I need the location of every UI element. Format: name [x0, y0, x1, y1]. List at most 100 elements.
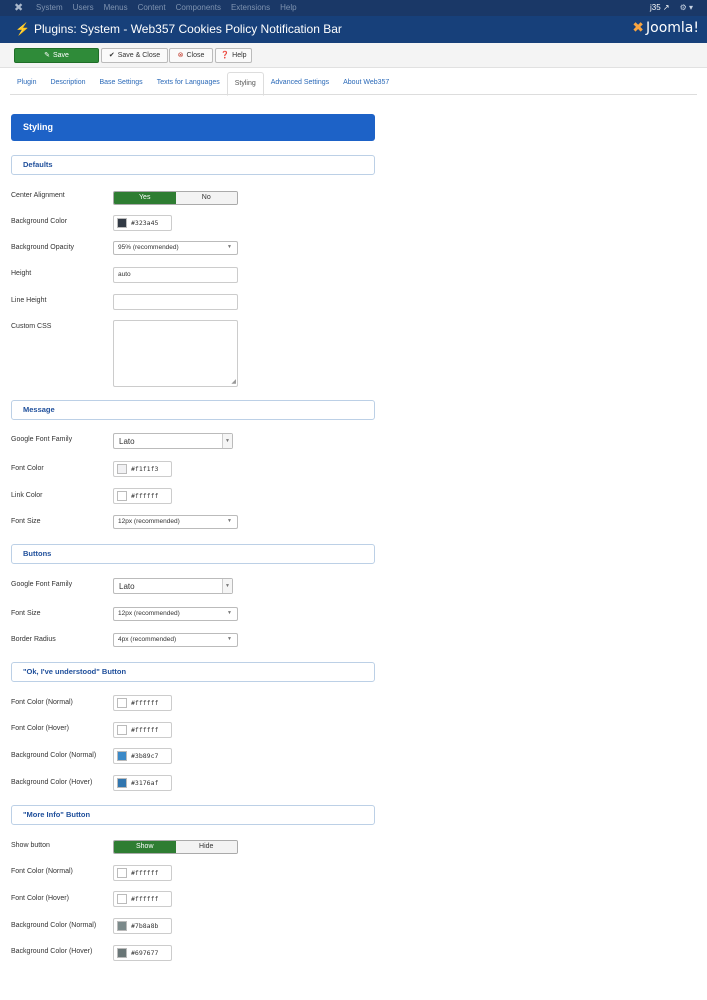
topbar-right: j35 ↗ ⚙ ▾ — [650, 0, 693, 16]
tab-plugin[interactable]: Plugin — [10, 72, 43, 94]
menu-extensions[interactable]: Extensions — [231, 0, 270, 16]
page-title: Plugins: System - Web357 Cookies Policy … — [34, 22, 342, 36]
ok-bg-color-normal-field[interactable]: #3b89c7 — [113, 748, 172, 764]
section-more-info-title: "More Info" Button — [23, 810, 91, 819]
styling-banner: Styling — [11, 114, 375, 141]
show-button-toggle: Show Hide — [113, 840, 238, 854]
ok-bg-color-hover-field[interactable]: #3176af — [113, 775, 172, 791]
save-button[interactable]: ✎ Save — [14, 48, 99, 63]
more-bg-color-normal-field[interactable]: #7b8a8b — [113, 918, 172, 934]
ok-font-color-normal-label: Font Color (Normal) — [11, 699, 73, 706]
more-bg-color-hover-label: Background Color (Hover) — [11, 948, 93, 955]
tab-description[interactable]: Description — [43, 72, 92, 94]
ok-font-color-hover-label: Font Color (Hover) — [11, 725, 69, 732]
tab-about-web357[interactable]: About Web357 — [336, 72, 396, 94]
tab-texts-for-languages[interactable]: Texts for Languages — [150, 72, 227, 94]
plugin-icon: ⚡ — [15, 22, 30, 36]
custom-css-label: Custom CSS — [11, 323, 52, 330]
background-color-field[interactable]: #323a45 — [113, 215, 172, 231]
height-input[interactable]: auto — [113, 267, 238, 283]
custom-css-textarea[interactable]: ◢ — [113, 320, 238, 387]
more-font-color-normal-label: Font Color (Normal) — [11, 868, 73, 875]
center-alignment-toggle: Yes No — [113, 191, 238, 205]
section-ok-button: "Ok, I've understood" Button — [11, 662, 375, 682]
font-value: Lato — [119, 437, 135, 446]
help-button[interactable]: ❓ Help — [215, 48, 252, 63]
menu-help[interactable]: Help — [280, 0, 296, 16]
resize-grip-icon[interactable]: ◢ — [231, 378, 236, 385]
caret-down-icon[interactable]: ▼ — [222, 434, 232, 448]
section-message: Message — [11, 400, 375, 420]
joomla-menu-icon[interactable]: ✖ — [14, 2, 23, 14]
color-value: #f1f1f3 — [131, 465, 159, 473]
more-font-color-hover-label: Font Color (Hover) — [11, 895, 69, 902]
admin-menubar: ✖ System Users Menus Content Components … — [0, 0, 707, 16]
menu-content[interactable]: Content — [138, 0, 166, 16]
ok-bg-color-normal-label: Background Color (Normal) — [11, 752, 97, 759]
user-gear-icon[interactable]: ⚙ ▾ — [680, 0, 693, 16]
tab-advanced-settings[interactable]: Advanced Settings — [264, 72, 336, 94]
center-alignment-label: Center Alignment — [11, 192, 65, 199]
caret-down-icon: ▼ — [227, 518, 232, 524]
color-swatch — [117, 218, 127, 228]
select-value: 95% (recommended) — [118, 244, 179, 251]
show-button-label: Show button — [11, 842, 50, 849]
color-value: #323a45 — [131, 219, 159, 227]
buttons-google-font-select[interactable]: Lato ▼ — [113, 578, 233, 594]
tab-divider — [10, 94, 697, 95]
buttons-font-size-select[interactable]: 12px (recommended) ▼ — [113, 607, 238, 621]
caret-down-icon: ▼ — [227, 610, 232, 616]
help-label: Help — [232, 52, 247, 59]
select-value: 12px (recommended) — [118, 518, 180, 525]
page-header: ⚡ Plugins: System - Web357 Cookies Polic… — [0, 16, 707, 43]
section-ok-button-title: "Ok, I've understood" Button — [23, 667, 127, 676]
section-buttons: Buttons — [11, 544, 375, 564]
line-height-input[interactable] — [113, 294, 238, 310]
tab-base-settings[interactable]: Base Settings — [92, 72, 149, 94]
message-font-color-field[interactable]: #f1f1f3 — [113, 461, 172, 477]
background-opacity-select[interactable]: 95% (recommended) ▼ — [113, 241, 238, 255]
message-google-font-select[interactable]: Lato ▼ — [113, 433, 233, 449]
caret-down-icon: ▼ — [227, 636, 232, 642]
section-message-title: Message — [23, 405, 55, 414]
close-label: Close — [186, 52, 205, 59]
buttons-border-radius-label: Border Radius — [11, 636, 56, 643]
buttons-google-font-label: Google Font Family — [11, 581, 73, 588]
color-swatch — [117, 868, 127, 878]
tab-styling[interactable]: Styling — [226, 72, 264, 96]
color-swatch — [117, 894, 127, 904]
save-close-button[interactable]: ✔ Save & Close — [101, 48, 168, 63]
ok-font-color-normal-field[interactable]: #ffffff — [113, 695, 172, 711]
more-font-color-hover-field[interactable]: #ffffff — [113, 891, 172, 907]
center-alignment-no[interactable]: No — [175, 192, 237, 204]
site-link[interactable]: j35 ↗ — [650, 0, 670, 16]
menu-users[interactable]: Users — [73, 0, 94, 16]
color-value: #ffffff — [131, 869, 159, 877]
color-value: #ffffff — [131, 699, 159, 707]
menu-menus[interactable]: Menus — [104, 0, 128, 16]
admin-menu: System Users Menus Content Components Ex… — [36, 0, 307, 16]
save-close-label: Save & Close — [117, 52, 161, 59]
message-link-color-field[interactable]: #ffffff — [113, 488, 172, 504]
close-button[interactable]: ⊗ Close — [169, 48, 213, 63]
menu-system[interactable]: System — [36, 0, 63, 16]
buttons-border-radius-select[interactable]: 4px (recommended) ▼ — [113, 633, 238, 647]
styling-banner-title: Styling — [23, 122, 54, 132]
show-button-hide[interactable]: Hide — [175, 841, 237, 853]
tab-bar: Plugin Description Base Settings Texts f… — [10, 72, 396, 96]
color-value: #ffffff — [131, 492, 159, 500]
section-more-info: "More Info" Button — [11, 805, 375, 825]
more-font-color-normal-field[interactable]: #ffffff — [113, 865, 172, 881]
center-alignment-yes[interactable]: Yes — [114, 192, 176, 204]
ok-font-color-hover-field[interactable]: #ffffff — [113, 722, 172, 738]
message-font-size-select[interactable]: 12px (recommended) ▼ — [113, 515, 238, 529]
more-bg-color-hover-field[interactable]: #697677 — [113, 945, 172, 961]
color-value: #3176af — [131, 779, 159, 787]
select-value: 4px (recommended) — [118, 636, 177, 643]
color-value: #3b89c7 — [131, 752, 159, 760]
show-button-show[interactable]: Show — [114, 841, 176, 853]
menu-components[interactable]: Components — [176, 0, 221, 16]
color-swatch — [117, 921, 127, 931]
caret-down-icon[interactable]: ▼ — [222, 579, 232, 593]
more-bg-color-normal-label: Background Color (Normal) — [11, 922, 97, 929]
